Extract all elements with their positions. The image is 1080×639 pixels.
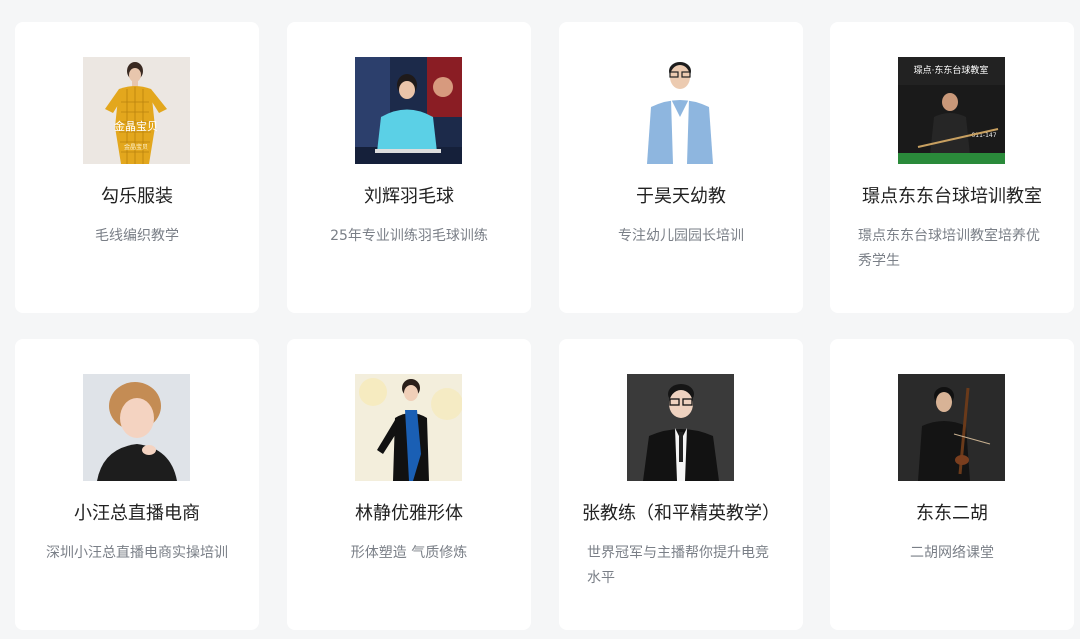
teacher-desc: 世界冠军与主播帮你提升电竞水平: [587, 545, 769, 586]
man-glasses-suit-photo: [627, 374, 734, 481]
svg-text:璟点·东东台球教室: 璟点·东东台球教室: [914, 64, 989, 76]
teacher-name: 小汪总直播电商: [74, 503, 200, 524]
teacher-card[interactable]: 刘辉羽毛球 25年专业训练羽毛球训练: [287, 22, 531, 313]
teacher-name: 刘辉羽毛球: [364, 186, 454, 207]
teacher-card[interactable]: 于昊天幼教 专注幼儿园园长培训: [559, 22, 803, 313]
teacher-card[interactable]: 林静优雅形体 形体塑造 气质修炼: [287, 339, 531, 630]
svg-text:金晶宝贝: 金晶宝贝: [124, 143, 148, 151]
woman-yellow-dress-photo: 金晶宝贝 金晶宝贝: [83, 57, 190, 164]
teacher-avatar[interactable]: [355, 374, 462, 481]
teacher-desc: 璟点东东台球培训教室培养优秀学生: [858, 228, 1040, 269]
woman-short-hair-photo: [83, 374, 190, 481]
teacher-card[interactable]: 张教练（和平精英教学） 世界冠军与主播帮你提升电竞水平: [559, 339, 803, 630]
teacher-name: 于昊天幼教: [636, 186, 726, 207]
teacher-name: 林静优雅形体: [355, 503, 463, 524]
teacher-card[interactable]: 东东二胡 二胡网络课堂: [830, 339, 1074, 630]
teacher-avatar[interactable]: [898, 374, 1005, 481]
erhu-player-photo: [898, 374, 1005, 481]
teacher-avatar[interactable]: [627, 374, 734, 481]
woman-black-dress-photo: [355, 374, 462, 481]
teacher-avatar[interactable]: 金晶宝贝 金晶宝贝: [83, 57, 190, 164]
teacher-desc: 专注幼儿园园长培训: [618, 228, 744, 244]
teacher-desc: 25年专业训练羽毛球训练: [330, 228, 488, 244]
teacher-avatar[interactable]: [627, 57, 734, 164]
teacher-card[interactable]: 小汪总直播电商 深圳小汪总直播电商实操培训: [15, 339, 259, 630]
teacher-desc: 深圳小汪总直播电商实操培训: [46, 545, 228, 561]
badminton-coach-photo: [355, 57, 462, 164]
teacher-card[interactable]: 璟点·东东台球教室 011-147 璟点东东台球培训教室 璟点东东台球培训教室培…: [830, 22, 1074, 313]
teacher-avatar[interactable]: [355, 57, 462, 164]
man-blue-suit-photo: [627, 57, 734, 164]
billiards-coach-photo: 璟点·东东台球教室 011-147: [898, 57, 1005, 164]
teacher-desc: 毛线编织教学: [95, 228, 179, 244]
teacher-name: 璟点东东台球培训教室: [862, 186, 1042, 207]
teacher-card[interactable]: 金晶宝贝 金晶宝贝 勾乐服装 毛线编织教学: [15, 22, 259, 313]
teacher-desc: 形体塑造 气质修炼: [350, 545, 468, 561]
teacher-desc: 二胡网络课堂: [910, 545, 994, 561]
teacher-name: 张教练（和平精英教学）: [582, 503, 780, 524]
teacher-avatar[interactable]: 璟点·东东台球教室 011-147: [898, 57, 1005, 164]
teacher-avatar[interactable]: [83, 374, 190, 481]
teacher-name: 东东二胡: [916, 503, 988, 524]
svg-text:金晶宝贝: 金晶宝贝: [114, 119, 158, 133]
teacher-name: 勾乐服装: [101, 186, 173, 207]
